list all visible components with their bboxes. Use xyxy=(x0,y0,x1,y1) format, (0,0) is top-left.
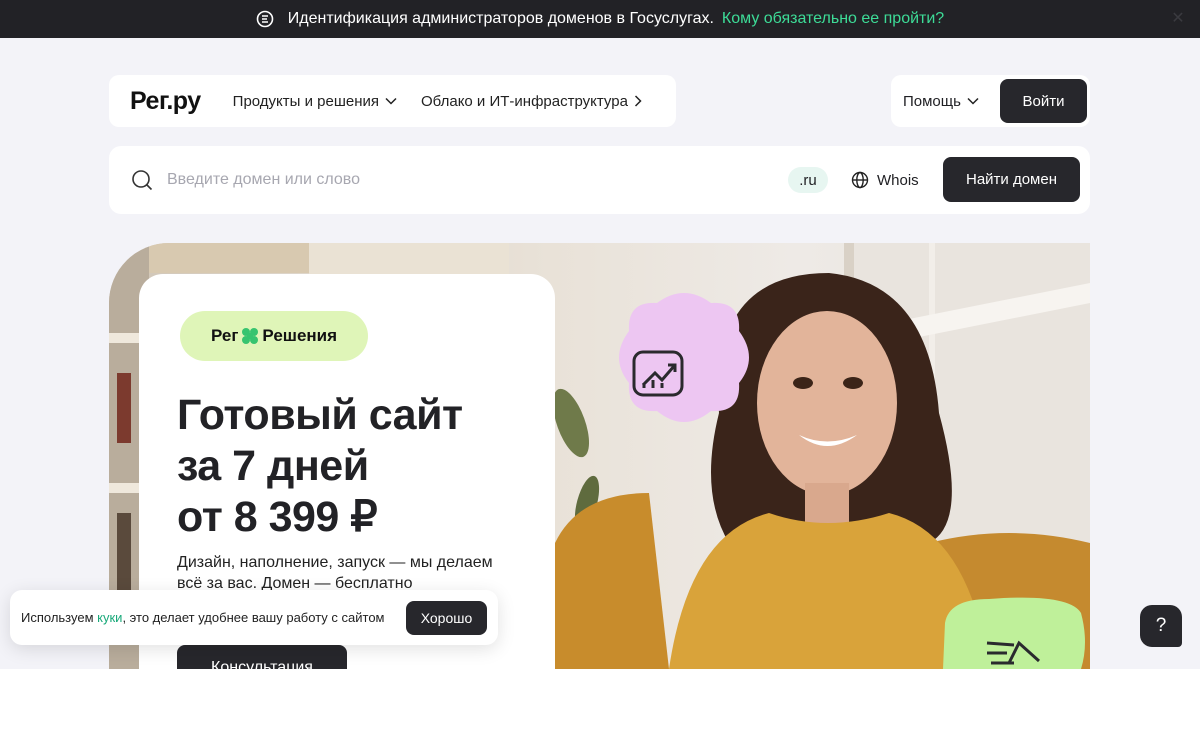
zone-chip[interactable]: .ru xyxy=(788,167,828,193)
cookie-accept-button[interactable]: Хорошо xyxy=(406,601,487,635)
cookie-text: Используем куки, это делает удобнее вашу… xyxy=(21,610,385,625)
nav-cloud-label: Облако и ИТ-инфраструктура xyxy=(421,92,628,110)
hero-subtitle: Дизайн, наполнение, запуск — мы делаем в… xyxy=(177,552,537,594)
cookie-link[interactable]: куки xyxy=(97,610,122,625)
reg-solutions-badge: Рег Решения xyxy=(180,311,368,361)
clover-icon xyxy=(242,328,259,344)
whois-link[interactable]: Whois xyxy=(851,146,919,214)
nav-cloud[interactable]: Облако и ИТ-инфраструктура xyxy=(421,93,642,110)
hero-headline: Готовый сайт за 7 дней от 8 399 ₽ xyxy=(177,390,463,543)
subtitle-line: Дизайн, наполнение, запуск — мы делаем xyxy=(177,554,493,571)
headline-line: от 8 399 ₽ xyxy=(177,493,378,541)
domain-search-input[interactable] xyxy=(167,164,767,196)
account-nav: Помощь Войти xyxy=(891,75,1090,127)
nav-products[interactable]: Продукты и решения xyxy=(233,93,397,110)
badge-right-label: Решения xyxy=(262,326,338,345)
badge-left-label: Рег xyxy=(210,326,239,345)
announcement-link[interactable]: Кому обязательно ее пройти? xyxy=(722,10,944,28)
cookie-banner: Используем куки, это делает удобнее вашу… xyxy=(10,590,498,645)
logo[interactable]: Рег.ру xyxy=(130,87,201,116)
main-nav: Рег.ру Продукты и решения Облако и ИТ-ин… xyxy=(109,75,676,127)
consultation-button[interactable]: Консультация xyxy=(177,645,347,669)
help-menu[interactable]: Помощь xyxy=(903,75,979,127)
help-chat-button[interactable]: ? xyxy=(1140,605,1182,647)
globe-icon xyxy=(851,171,869,189)
cookie-prefix: Используем xyxy=(21,610,94,625)
chevron-down-icon xyxy=(385,97,397,105)
headline-line: за 7 дней xyxy=(177,442,369,490)
chevron-down-icon xyxy=(967,97,979,105)
chevron-right-icon xyxy=(634,95,642,107)
announcement-bar: Идентификация администраторов доменов в … xyxy=(0,0,1200,38)
domain-search: .ru Whois Найти домен xyxy=(109,146,1090,214)
headline-line: Готовый сайт xyxy=(177,391,463,439)
gosuslugi-icon xyxy=(256,10,274,28)
help-label: Помощь xyxy=(903,92,961,110)
close-icon[interactable]: ✕ xyxy=(1168,9,1188,29)
login-button[interactable]: Войти xyxy=(1000,79,1087,123)
search-icon xyxy=(132,170,153,191)
cookie-suffix: , это делает удобнее вашу работу с сайто… xyxy=(122,610,385,625)
announcement-text: Идентификация администраторов доменов в … xyxy=(287,10,714,27)
find-domain-button[interactable]: Найти домен xyxy=(943,157,1080,202)
nav-products-label: Продукты и решения xyxy=(232,92,380,110)
whois-label: Whois xyxy=(877,171,919,189)
